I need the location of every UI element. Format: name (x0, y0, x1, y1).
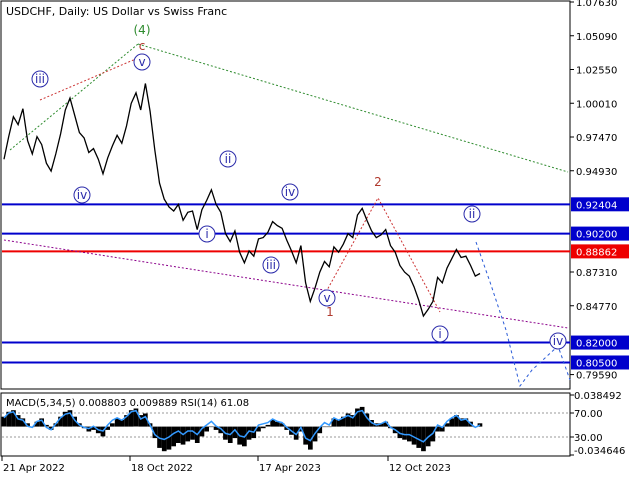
wave-label: ii (225, 152, 232, 166)
wave-label: iii (35, 72, 45, 86)
macd-bar (185, 426, 191, 442)
macd-bar (110, 423, 115, 427)
y-tick-label: 1.07630 (576, 0, 617, 9)
wave-label: iv (285, 185, 295, 199)
wave-label: i (438, 327, 441, 341)
indicator-tick-label: 70.00 (574, 409, 603, 420)
wave-label: (4) (134, 23, 151, 37)
macd-bar (416, 426, 422, 448)
level-price-label: 0.90200 (576, 230, 617, 241)
wave-label: v (138, 55, 145, 69)
level-price-label: 0.92404 (576, 200, 617, 211)
indicator-tick-label: -0.034646 (574, 446, 625, 457)
macd-bar (260, 426, 266, 429)
macd-bar (204, 426, 209, 432)
wave-label: i (205, 227, 208, 241)
y-tick-label: 1.05090 (576, 32, 617, 43)
wave-label: iv (77, 188, 87, 202)
y-tick-label: 0.84770 (576, 302, 617, 313)
wave-label: 1 (326, 305, 334, 319)
macd-bar (176, 426, 181, 443)
wave-label: v (323, 291, 330, 305)
y-tick-label: 0.79590 (576, 371, 617, 382)
macd-bar (402, 426, 407, 440)
level-price-label: 0.88862 (576, 247, 617, 258)
y-tick-label: 0.87310 (576, 268, 617, 279)
macd-bar (421, 426, 426, 452)
y-tick-label: 1.00010 (576, 99, 617, 110)
y-tick-label: 1.02550 (576, 66, 617, 77)
macd-bar (1, 416, 7, 427)
x-tick-label: 17 Apr 2023 (259, 463, 321, 474)
wave-label: 2 (374, 175, 382, 189)
indicator-label: MACD(5,34,5) 0.008803 0.009889 RSI(14) 6… (6, 398, 249, 409)
wave-label: c (139, 39, 146, 53)
macd-bar (180, 426, 186, 445)
y-tick-label: 0.97470 (576, 133, 617, 144)
indicator-tick-label: 30.00 (574, 433, 603, 444)
level-price-label: 0.80500 (576, 358, 617, 369)
x-tick-label: 21 Apr 2022 (3, 463, 65, 474)
macd-bar (171, 426, 176, 447)
indicator-tick-label: 0.038492 (574, 391, 622, 402)
x-tick-label: 18 Oct 2022 (131, 463, 193, 474)
x-tick-label: 12 Oct 2023 (389, 463, 451, 474)
macd-bar (326, 426, 332, 428)
macd-bar (265, 424, 271, 427)
wave-label: iii (266, 258, 276, 272)
wave-label: ii (469, 207, 476, 221)
macd-bar (114, 418, 120, 427)
wave-label: iv (553, 334, 563, 348)
chart-title: USDCHF, Daily: US Dollar vs Swiss Franc (6, 5, 228, 18)
price-chart: (4)cviiiiviiiiviiiv12iii iv 1.076301.0509… (0, 0, 640, 480)
macd-bar (209, 426, 214, 428)
level-price-label: 0.82000 (576, 339, 617, 350)
y-tick-label: 0.94930 (576, 167, 617, 178)
macd-bar (322, 426, 327, 428)
